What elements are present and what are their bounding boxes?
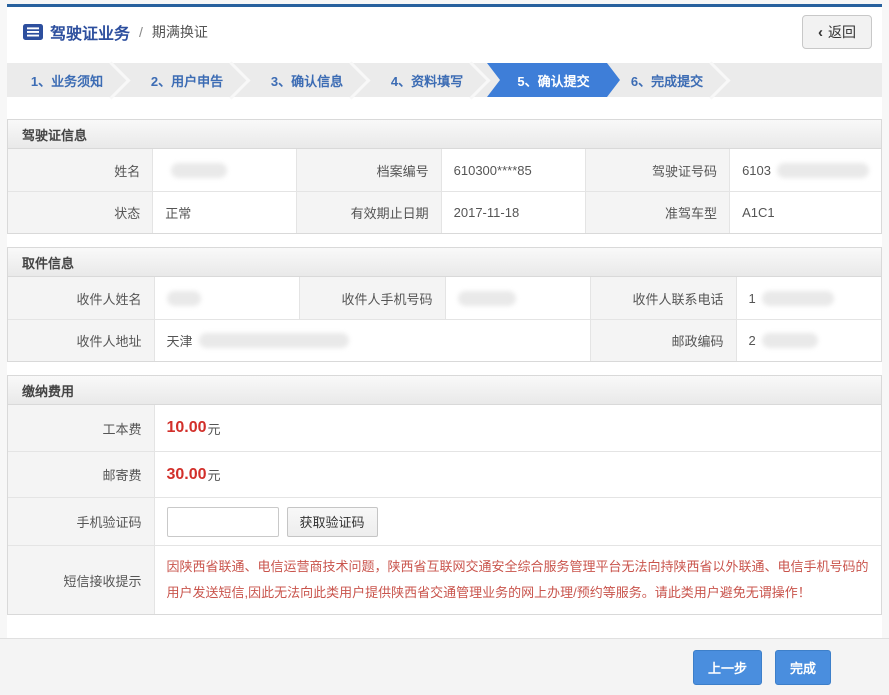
footer-actions: 上一步 完成 [0, 638, 889, 695]
field-label-name: 姓名 [8, 149, 152, 191]
field-label-sms-notice: 短信接收提示 [8, 545, 154, 614]
field-sms-code: 获取验证码 [154, 497, 882, 545]
list-icon [23, 24, 43, 40]
field-label-license-number: 驾驶证号码 [585, 149, 729, 191]
redacted-value [199, 333, 349, 348]
field-label-expiry-date: 有效期止日期 [296, 191, 440, 233]
field-label-recipient-phone: 收件人联系电话 [590, 277, 736, 319]
value-text: 天津 [167, 331, 193, 350]
field-value-recipient-address: 天津 [154, 319, 591, 361]
field-label-recipient-address: 收件人地址 [8, 319, 154, 361]
work-fee-unit: 元 [208, 419, 221, 438]
field-value-postal-code: 2 [736, 319, 882, 361]
steps-filler [727, 63, 882, 97]
wizard-steps: 1、业务须知 2、用户申告 3、确认信息 4、资料填写 5、确认提交 6、完成提… [7, 63, 882, 97]
field-value-status: 正常 [152, 191, 296, 233]
value-text: 1 [749, 291, 756, 306]
chevron-left-icon: ‹ [818, 25, 823, 40]
page-header: 驾驶证业务 / 期满换证 ‹ 返回 [7, 7, 882, 57]
field-value-recipient-mobile [445, 277, 591, 319]
step-3-confirm-info[interactable]: 3、确认信息 [247, 63, 367, 97]
step-6-complete-submit[interactable]: 6、完成提交 [607, 63, 727, 97]
redacted-value [458, 291, 516, 306]
redacted-value [167, 291, 201, 306]
field-label-recipient-name: 收件人姓名 [8, 277, 154, 319]
value-text: 正常 [165, 203, 191, 222]
redacted-value [762, 291, 834, 306]
field-value-vehicle-class: A1C1 [729, 191, 881, 233]
field-value-name [152, 149, 296, 191]
field-sms-notice: 因陕西省联通、电信运营商技术问题，陕西省互联网交通安全综合服务管理平台无法向持陕… [154, 545, 882, 614]
mail-fee-unit: 元 [208, 465, 221, 484]
mail-fee-amount: 30.00 [167, 466, 207, 484]
main-panel: 驾驶证业务 / 期满换证 ‹ 返回 1、业务须知 2、用户申告 3、确认信息 4… [7, 4, 882, 638]
section-pickup-info: 取件信息 收件人姓名 收件人手机号码 收件人联系电话 1 收件人地址 天津 邮政… [7, 247, 882, 362]
step-label: 3、确认信息 [271, 71, 343, 90]
section-title-license: 驾驶证信息 [8, 120, 881, 149]
redacted-value [762, 333, 818, 348]
step-label: 2、用户申告 [151, 71, 223, 90]
field-value-work-fee: 10.00元 [154, 405, 882, 451]
step-1-business-notice[interactable]: 1、业务须知 [7, 63, 127, 97]
back-button-label: 返回 [828, 22, 856, 42]
section-title-pickup: 取件信息 [8, 248, 881, 277]
previous-step-button[interactable]: 上一步 [693, 650, 762, 685]
value-text: 2 [749, 333, 756, 348]
sms-code-input[interactable] [167, 507, 279, 537]
field-value-expiry-date: 2017-11-18 [441, 191, 585, 233]
step-label: 4、资料填写 [391, 71, 463, 90]
field-value-recipient-phone: 1 [736, 277, 882, 319]
redacted-value [777, 163, 869, 178]
sms-notice-text: 因陕西省联通、电信运营商技术问题，陕西省互联网交通安全综合服务管理平台无法向持陕… [167, 550, 870, 610]
breadcrumb: 驾驶证业务 / 期满换证 [23, 20, 208, 44]
field-label-sms-code: 手机验证码 [8, 497, 154, 545]
value-text: 6103 [742, 163, 771, 178]
field-value-recipient-name [154, 277, 300, 319]
breadcrumb-current: 期满换证 [152, 22, 208, 42]
field-value-mail-fee: 30.00元 [154, 451, 882, 497]
step-label: 1、业务须知 [31, 71, 103, 90]
field-label-status: 状态 [8, 191, 152, 233]
field-label-work-fee: 工本费 [8, 405, 154, 451]
section-fees: 缴纳费用 工本费 10.00元 邮寄费 30.00元 手机验证码 获取验证码 短… [7, 375, 882, 615]
section-title-fees: 缴纳费用 [8, 376, 881, 405]
field-value-license-number: 6103 [729, 149, 881, 191]
step-label: 6、完成提交 [631, 71, 703, 90]
field-label-postal-code: 邮政编码 [590, 319, 736, 361]
value-text: A1C1 [742, 205, 775, 220]
value-text: 2017-11-18 [454, 205, 520, 220]
field-label-file-number: 档案编号 [296, 149, 440, 191]
content: 驾驶证信息 姓名 档案编号 610300****85 驾驶证号码 6103 状态… [7, 119, 882, 615]
breadcrumb-separator: / [139, 24, 143, 40]
finish-button[interactable]: 完成 [775, 650, 831, 685]
step-label: 5、确认提交 [517, 71, 589, 90]
back-button[interactable]: ‹ 返回 [802, 15, 872, 49]
section-license-info: 驾驶证信息 姓名 档案编号 610300****85 驾驶证号码 6103 状态… [7, 119, 882, 234]
field-value-file-number: 610300****85 [441, 149, 585, 191]
field-label-vehicle-class: 准驾车型 [585, 191, 729, 233]
field-label-mail-fee: 邮寄费 [8, 451, 154, 497]
value-text: 610300****85 [454, 163, 532, 178]
step-4-fill-data[interactable]: 4、资料填写 [367, 63, 487, 97]
page-title: 驾驶证业务 [50, 20, 130, 44]
step-5-confirm-submit-active[interactable]: 5、确认提交 [487, 63, 620, 97]
work-fee-amount: 10.00 [167, 419, 207, 437]
redacted-value [171, 163, 227, 178]
field-label-recipient-mobile: 收件人手机号码 [299, 277, 445, 319]
step-2-user-declaration[interactable]: 2、用户申告 [127, 63, 247, 97]
get-sms-code-button[interactable]: 获取验证码 [287, 507, 378, 537]
